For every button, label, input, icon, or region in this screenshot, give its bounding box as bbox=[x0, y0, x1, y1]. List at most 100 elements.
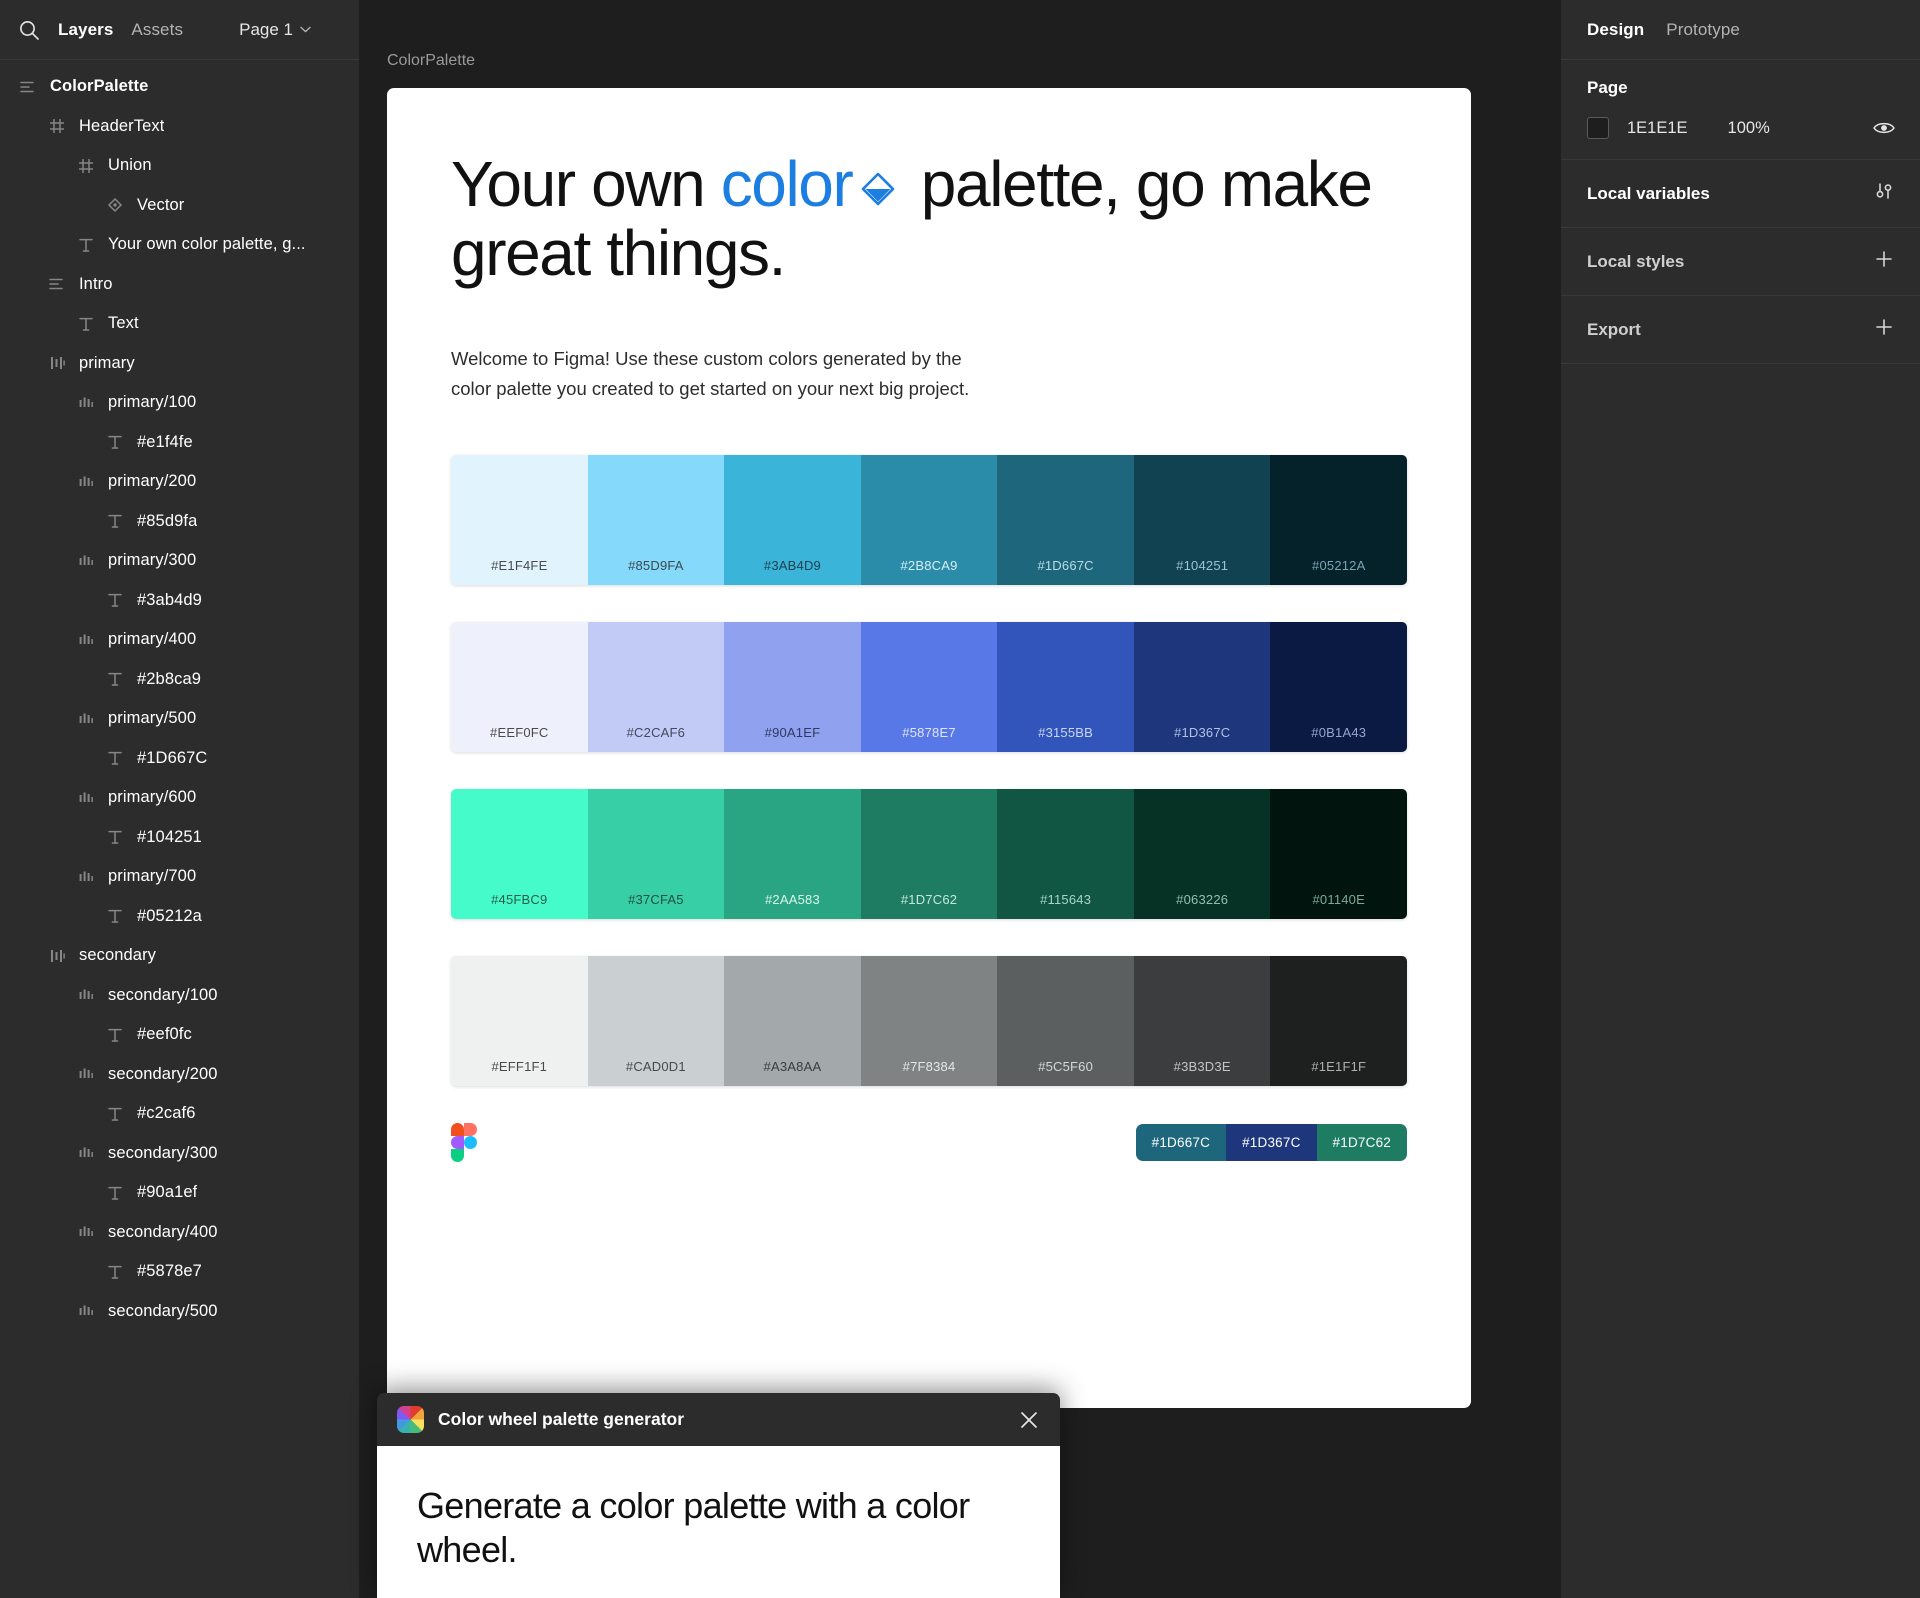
chevron-down-icon bbox=[300, 26, 311, 33]
sliders-icon[interactable] bbox=[1874, 181, 1894, 206]
color-swatch[interactable]: #C2CAF6 bbox=[587, 621, 725, 752]
color-swatch[interactable]: #7F8384 bbox=[860, 955, 998, 1086]
layer-row[interactable]: Your own color palette, g... bbox=[0, 225, 359, 265]
color-swatch-label: #1D667C bbox=[1037, 557, 1094, 573]
color-swatch-label: #01140E bbox=[1312, 891, 1365, 907]
tab-prototype[interactable]: Prototype bbox=[1666, 20, 1740, 40]
layer-row[interactable]: primary/200 bbox=[0, 462, 359, 502]
close-icon[interactable] bbox=[1018, 1409, 1040, 1431]
color-swatch[interactable]: #01140E bbox=[1270, 788, 1407, 919]
tab-layers[interactable]: Layers bbox=[58, 20, 113, 40]
color-swatch[interactable]: #E1F4FE bbox=[451, 454, 588, 585]
layer-row[interactable]: Text bbox=[0, 304, 359, 344]
layer-row[interactable]: secondary/200 bbox=[0, 1055, 359, 1095]
color-swatch[interactable]: #EEF0FC bbox=[451, 621, 588, 752]
layer-row[interactable]: #5878e7 bbox=[0, 1252, 359, 1292]
page-color-row[interactable]: 1E1E1E 100% bbox=[1587, 117, 1895, 139]
right-panel: Design Prototype Page 1E1E1E 100% Local … bbox=[1560, 0, 1920, 1598]
color-swatch[interactable]: #104251 bbox=[1133, 454, 1271, 585]
layer-row[interactable]: #2b8ca9 bbox=[0, 660, 359, 700]
layer-row[interactable]: secondary/300 bbox=[0, 1134, 359, 1174]
plugin-dialog[interactable]: Color wheel palette generator Generate a… bbox=[377, 1393, 1060, 1598]
color-swatch[interactable]: #37CFA5 bbox=[587, 788, 725, 919]
layer-row[interactable]: Union bbox=[0, 146, 359, 186]
color-swatch[interactable]: #90A1EF bbox=[724, 621, 861, 752]
layer-row[interactable]: secondary/100 bbox=[0, 976, 359, 1016]
footer-color-chip[interactable]: #1D367C bbox=[1226, 1124, 1317, 1161]
color-swatch[interactable]: #3B3D3E bbox=[1133, 955, 1271, 1086]
tab-design[interactable]: Design bbox=[1587, 20, 1644, 40]
bars-icon bbox=[76, 1064, 96, 1084]
diamond-icon bbox=[856, 155, 900, 206]
layer-name: #eef0fc bbox=[137, 1025, 192, 1044]
color-swatch[interactable]: #2B8CA9 bbox=[860, 454, 998, 585]
color-swatch[interactable]: #5878E7 bbox=[860, 621, 998, 752]
color-swatch[interactable]: #0B1A43 bbox=[1270, 621, 1407, 752]
layer-row[interactable]: #3ab4d9 bbox=[0, 581, 359, 621]
color-swatch[interactable]: #5C5F60 bbox=[997, 955, 1134, 1086]
layer-row[interactable]: secondary bbox=[0, 936, 359, 976]
color-swatch-label: #EEF0FC bbox=[490, 724, 549, 740]
color-swatch[interactable]: #2AA583 bbox=[724, 788, 861, 919]
layer-row[interactable]: primary/300 bbox=[0, 541, 359, 581]
page-color-swatch[interactable] bbox=[1587, 117, 1609, 139]
plugin-titlebar[interactable]: Color wheel palette generator bbox=[377, 1393, 1060, 1446]
color-swatch[interactable]: #CAD0D1 bbox=[587, 955, 725, 1086]
layer-row[interactable]: #1D667C bbox=[0, 739, 359, 779]
layer-row[interactable]: primary bbox=[0, 344, 359, 384]
page-section-title: Page bbox=[1587, 78, 1628, 97]
layer-name: #05212a bbox=[137, 906, 202, 925]
layer-row[interactable]: #c2caf6 bbox=[0, 1094, 359, 1134]
layer-row[interactable]: HeaderText bbox=[0, 107, 359, 147]
color-swatch[interactable]: #1D7C62 bbox=[860, 788, 998, 919]
text-icon bbox=[105, 1183, 125, 1203]
layer-row[interactable]: primary/400 bbox=[0, 620, 359, 660]
canvas-area[interactable]: ColorPalette Your own color palette, go … bbox=[360, 0, 1560, 1598]
layer-row[interactable]: #05212a bbox=[0, 897, 359, 937]
color-swatch[interactable]: #1D367C bbox=[1133, 621, 1271, 752]
section-local-variables[interactable]: Local variables bbox=[1561, 160, 1920, 228]
component-icon bbox=[76, 156, 96, 176]
color-swatch[interactable]: #1E1F1F bbox=[1270, 955, 1407, 1086]
section-local-styles[interactable]: Local styles bbox=[1561, 228, 1920, 296]
layer-row[interactable]: ColorPalette bbox=[0, 67, 359, 107]
layer-row[interactable]: #90a1ef bbox=[0, 1173, 359, 1213]
color-swatch[interactable]: #45FBC9 bbox=[451, 788, 588, 919]
layer-row[interactable]: primary/500 bbox=[0, 699, 359, 739]
color-swatch[interactable]: #1D667C bbox=[997, 454, 1134, 585]
page-selector[interactable]: Page 1 bbox=[239, 20, 341, 40]
layer-row[interactable]: #e1f4fe bbox=[0, 423, 359, 463]
layer-row[interactable]: secondary/500 bbox=[0, 1292, 359, 1332]
color-swatch[interactable]: #85D9FA bbox=[587, 454, 725, 585]
search-icon[interactable] bbox=[18, 19, 40, 41]
layer-row[interactable]: Vector bbox=[0, 186, 359, 226]
footer-color-chip[interactable]: #1D667C bbox=[1135, 1124, 1227, 1161]
color-swatch[interactable]: #A3A8AA bbox=[724, 955, 861, 1086]
page-opacity-value[interactable]: 100% bbox=[1728, 119, 1770, 138]
tab-assets[interactable]: Assets bbox=[131, 20, 183, 40]
color-swatch[interactable]: #115643 bbox=[997, 788, 1134, 919]
layer-row[interactable]: primary/100 bbox=[0, 383, 359, 423]
page-color-value[interactable]: 1E1E1E bbox=[1627, 119, 1688, 138]
layer-tree[interactable]: ColorPalette HeaderText Union Vector Your ow… bbox=[0, 60, 359, 1598]
eye-icon[interactable] bbox=[1872, 120, 1895, 136]
section-export[interactable]: Export bbox=[1561, 296, 1920, 364]
layer-row[interactable]: secondary/400 bbox=[0, 1213, 359, 1253]
layer-row[interactable]: #104251 bbox=[0, 818, 359, 858]
color-swatch[interactable]: #063226 bbox=[1133, 788, 1271, 919]
layer-name: secondary bbox=[79, 946, 157, 965]
layer-name: primary/600 bbox=[108, 788, 197, 807]
color-swatch[interactable]: #3155BB bbox=[997, 621, 1134, 752]
add-export-button[interactable] bbox=[1874, 317, 1894, 342]
color-swatch[interactable]: #EFF1F1 bbox=[451, 955, 588, 1086]
frame-footer: #1D667C #1D367C #1D7C62 bbox=[451, 1122, 1407, 1203]
layer-row[interactable]: Intro bbox=[0, 265, 359, 305]
layer-row[interactable]: primary/700 bbox=[0, 857, 359, 897]
layer-row[interactable]: #eef0fc bbox=[0, 1015, 359, 1055]
color-swatch[interactable]: #05212A bbox=[1270, 454, 1407, 585]
add-local-style-button[interactable] bbox=[1874, 249, 1894, 274]
color-swatch[interactable]: #3AB4D9 bbox=[724, 454, 861, 585]
footer-color-chip[interactable]: #1D7C62 bbox=[1316, 1124, 1407, 1161]
layer-row[interactable]: #85d9fa bbox=[0, 502, 359, 542]
layer-row[interactable]: primary/600 bbox=[0, 778, 359, 818]
